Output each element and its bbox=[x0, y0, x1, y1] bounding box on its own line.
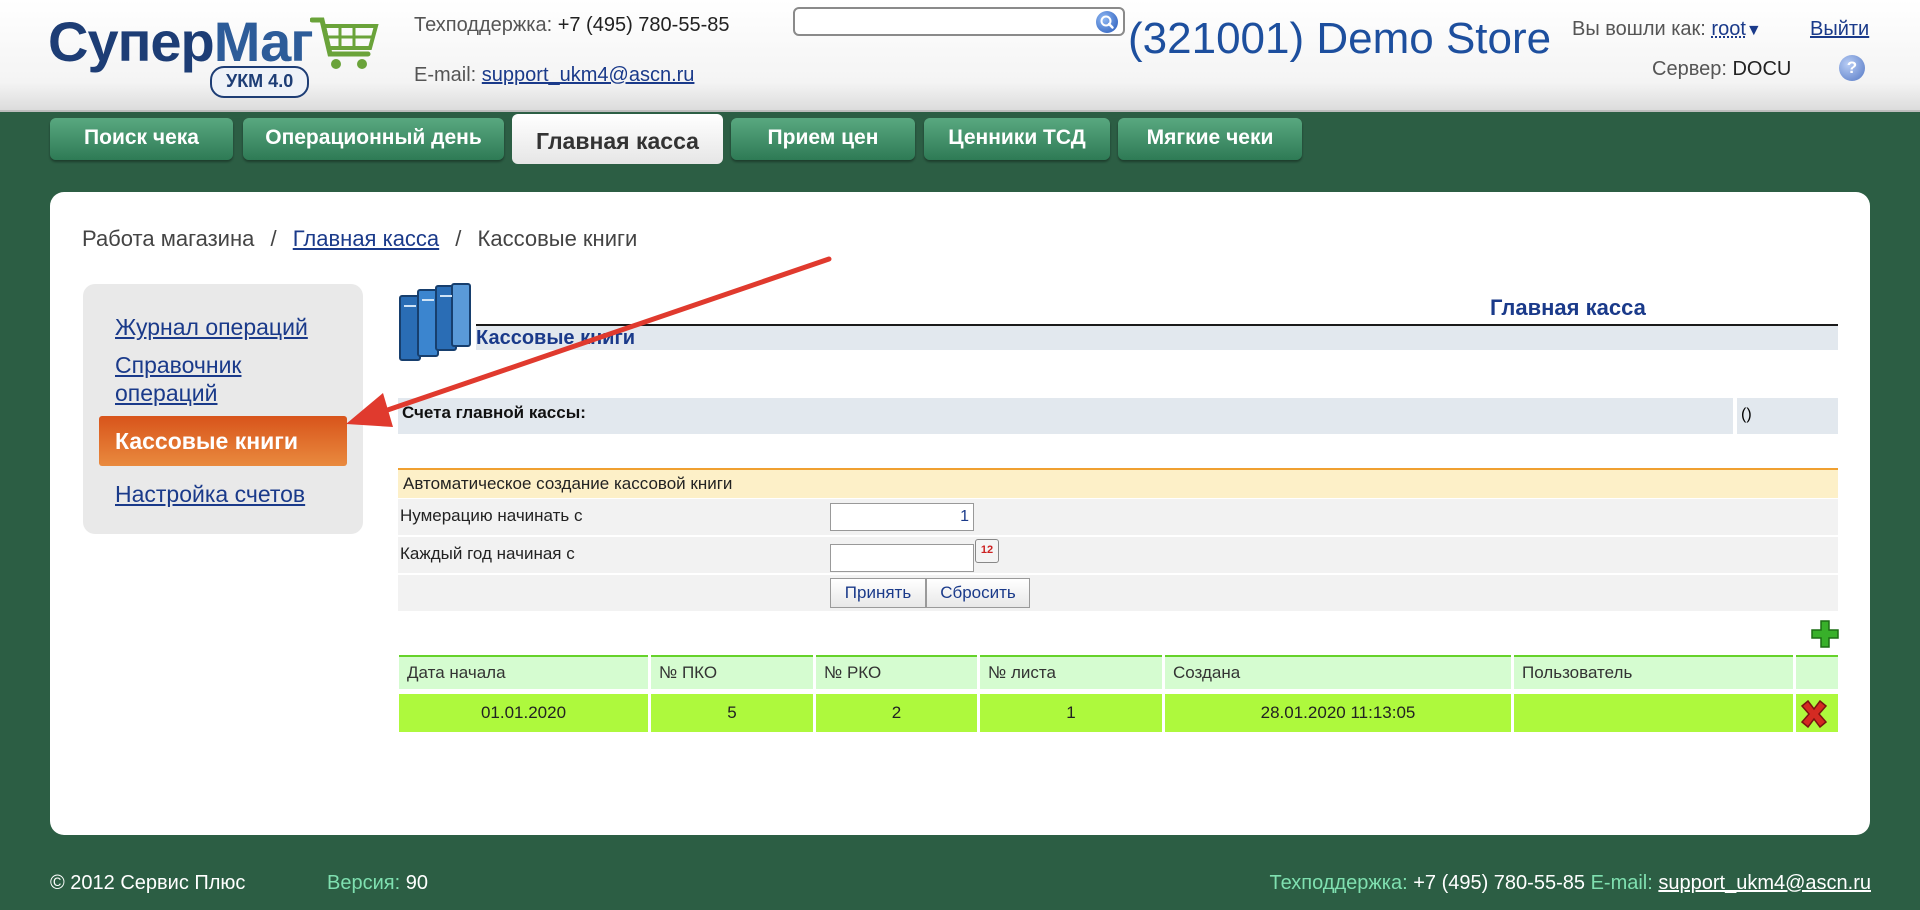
main-panel: Работа магазина / Главная касса / Кассов… bbox=[50, 192, 1870, 835]
sidebar-item-operations-log[interactable]: Журнал операций bbox=[115, 313, 308, 341]
accept-button[interactable]: Принять bbox=[830, 578, 926, 608]
year-row: Каждый год начиная с 12 bbox=[398, 537, 1838, 573]
column-header-pko: № ПКО bbox=[651, 655, 813, 689]
sidebar-item-operations-directory[interactable]: Справочник операций bbox=[115, 351, 305, 407]
search-icon[interactable] bbox=[1096, 11, 1118, 33]
year-label: Каждый год начиная с bbox=[400, 544, 575, 563]
search-input[interactable] bbox=[793, 7, 1125, 36]
logged-in-info: Вы вошли как: root▼ bbox=[1572, 18, 1762, 41]
breadcrumb: Работа магазина / Главная касса / Кассов… bbox=[82, 226, 637, 252]
footer-support-label: Техподдержка: bbox=[1269, 872, 1408, 894]
column-header-sheet: № листа bbox=[980, 655, 1162, 689]
tab-price-tags-tsd[interactable]: Ценники ТСД bbox=[924, 118, 1110, 160]
column-header-start-date: Дата начала bbox=[399, 655, 648, 689]
breadcrumb-separator: / bbox=[270, 226, 277, 251]
accounts-row: Счета главной кассы: () bbox=[398, 398, 1838, 434]
footer-email-link[interactable]: support_ukm4@ascn.ru bbox=[1658, 872, 1871, 894]
numbering-input[interactable]: 1 bbox=[830, 503, 974, 531]
sidebar: Журнал операций Справочник операций Касс… bbox=[83, 284, 363, 534]
delete-icon[interactable] bbox=[1799, 700, 1829, 728]
footer-version: Версия: 90 bbox=[327, 872, 428, 895]
column-header-actions bbox=[1796, 655, 1838, 689]
add-icon[interactable] bbox=[1810, 619, 1840, 649]
server-info: Сервер: DOCU bbox=[1652, 58, 1791, 81]
support-email-link[interactable]: support_ukm4@ascn.ru bbox=[482, 64, 695, 86]
footer-email-label: E-mail: bbox=[1590, 872, 1653, 894]
calendar-icon[interactable]: 12 bbox=[975, 539, 999, 563]
footer-support-phone: +7 (495) 780-55-85 bbox=[1413, 872, 1585, 894]
cell-pko: 5 bbox=[651, 694, 813, 732]
user-menu-link[interactable]: root bbox=[1711, 18, 1745, 40]
email-label: E-mail: bbox=[414, 64, 477, 86]
footer-version-label: Версия: bbox=[327, 872, 401, 894]
sidebar-item-accounts-settings[interactable]: Настройка счетов bbox=[115, 480, 305, 508]
cell-start-date: 01.01.2020 bbox=[399, 694, 648, 732]
server-value: DOCU bbox=[1732, 58, 1792, 80]
footer-version-value: 90 bbox=[405, 872, 428, 894]
breadcrumb-current: Кассовые книги bbox=[477, 226, 638, 251]
support-line: Техподдержка: +7 (495) 780-55-85 bbox=[414, 14, 729, 37]
year-input[interactable] bbox=[830, 544, 974, 572]
store-title: (321001) Demo Store bbox=[1128, 14, 1552, 63]
books-icon bbox=[399, 283, 471, 361]
numbering-label: Нумерацию начинать с bbox=[400, 506, 583, 525]
logo-brand-part2: Маг bbox=[213, 10, 314, 73]
logout-link[interactable]: Выйти bbox=[1810, 18, 1869, 41]
section-title: Главная касса bbox=[1490, 295, 1646, 320]
tab-operational-day[interactable]: Операционный день bbox=[243, 118, 504, 160]
chevron-down-icon[interactable]: ▼ bbox=[1746, 22, 1762, 39]
buttons-row: Принять Сбросить bbox=[398, 575, 1838, 611]
column-header-user: Пользователь bbox=[1514, 655, 1793, 689]
header: СуперМаг УКМ 4.0 Техподдержка: +7 (495) … bbox=[0, 0, 1920, 112]
support-label: Техподдержка: bbox=[414, 14, 553, 36]
server-label: Сервер: bbox=[1652, 58, 1727, 80]
cart-icon bbox=[310, 17, 379, 69]
supermag-logo[interactable]: СуперМаг УКМ 4.0 bbox=[48, 10, 388, 98]
accounts-label: Счета главной кассы: bbox=[398, 398, 1733, 434]
cell-user bbox=[1514, 694, 1793, 732]
logo-version-badge: УКМ 4.0 bbox=[210, 66, 310, 98]
cell-sheet: 1 bbox=[980, 694, 1162, 732]
sidebar-item-cash-books[interactable]: Кассовые книги bbox=[99, 416, 347, 466]
footer-support: Техподдержка: +7 (495) 780-55-85 E-mail:… bbox=[1270, 872, 1871, 895]
accounts-value: () bbox=[1737, 398, 1838, 434]
tab-price-receive[interactable]: Прием цен bbox=[731, 118, 915, 160]
breadcrumb-separator: / bbox=[455, 226, 462, 251]
breadcrumb-main-cash-link[interactable]: Главная касса bbox=[293, 226, 439, 251]
numbering-row: Нумерацию начинать с 1 bbox=[398, 499, 1838, 535]
cell-created: 28.01.2020 11:13:05 bbox=[1165, 694, 1511, 732]
logged-in-label: Вы вошли как: bbox=[1572, 18, 1706, 40]
sub-title-band bbox=[476, 326, 1838, 350]
cell-rko: 2 bbox=[816, 694, 977, 732]
tab-main-cash[interactable]: Главная касса bbox=[512, 114, 723, 164]
reset-button[interactable]: Сбросить bbox=[926, 578, 1030, 608]
logo-brand-part1: Супер bbox=[48, 10, 215, 73]
breadcrumb-root: Работа магазина bbox=[82, 226, 255, 251]
sub-title: Кассовые книги bbox=[476, 327, 636, 349]
email-line: E-mail: support_ukm4@ascn.ru bbox=[414, 64, 694, 87]
column-header-rko: № РКО bbox=[816, 655, 977, 689]
column-header-created: Создана bbox=[1165, 655, 1511, 689]
auto-create-header: Автоматическое создание кассовой книги bbox=[398, 468, 1838, 498]
footer-copyright: © 2012 Сервис Плюс bbox=[50, 872, 246, 894]
tab-soft-receipts[interactable]: Мягкие чеки bbox=[1118, 118, 1302, 160]
tab-receipt-search[interactable]: Поиск чека bbox=[50, 118, 233, 160]
support-phone: +7 (495) 780-55-85 bbox=[557, 14, 730, 36]
help-icon[interactable]: ? bbox=[1839, 55, 1865, 81]
